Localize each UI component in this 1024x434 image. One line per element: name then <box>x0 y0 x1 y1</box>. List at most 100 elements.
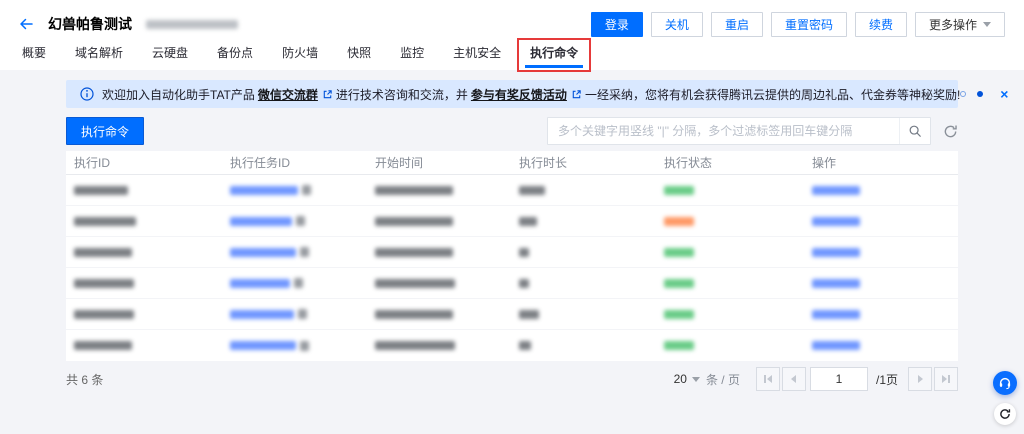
table-cell <box>511 247 656 257</box>
action-link-redacted[interactable] <box>812 309 860 319</box>
copy-icon-redacted[interactable] <box>300 340 309 351</box>
duration-redacted <box>519 278 529 288</box>
external-link-icon[interactable] <box>571 89 582 100</box>
shutdown-button[interactable]: 关机 <box>650 11 703 37</box>
action-link-redacted[interactable] <box>812 278 860 288</box>
action-link-redacted[interactable] <box>812 247 860 257</box>
total-pages-label: /1页 <box>875 372 898 387</box>
status-redacted <box>664 278 694 288</box>
table-header-row: 执行ID 执行任务ID 开始时间 执行时长 执行状态 操作 <box>66 151 958 175</box>
search-box <box>547 117 931 145</box>
first-page-button[interactable] <box>755 367 780 391</box>
instance-header-row: 幻兽帕鲁测试 登录 关机 重启 重置密码 续费 更多操作 <box>0 0 1024 44</box>
execution-id-redacted <box>74 247 132 257</box>
tab-snapshot[interactable]: 快照 <box>345 41 373 70</box>
refresh-table-icon[interactable] <box>943 124 958 139</box>
task-id-link-redacted[interactable] <box>230 185 298 195</box>
wechat-group-link[interactable]: 微信交流群 <box>258 86 318 103</box>
tab-monitor[interactable]: 监控 <box>398 41 426 70</box>
customer-service-button[interactable] <box>993 371 1017 395</box>
tab-execute-command[interactable]: 执行命令 <box>525 41 584 70</box>
back-button[interactable] <box>18 16 34 32</box>
task-id-link-redacted[interactable] <box>230 309 294 319</box>
task-id-link-redacted[interactable] <box>230 278 290 288</box>
feedback-activity-link[interactable]: 参与有奖反馈活动 <box>471 86 567 103</box>
table-cell <box>511 309 656 319</box>
table-toolbar: 执行命令 <box>66 117 958 145</box>
copy-icon-redacted[interactable] <box>294 278 303 288</box>
login-button[interactable]: 登录 <box>590 11 643 37</box>
tab-cloud-disk[interactable]: 云硬盘 <box>150 41 190 70</box>
tab-overview[interactable]: 概要 <box>20 41 48 70</box>
banner-close-icon[interactable]: × <box>1000 87 1008 101</box>
duration-redacted <box>519 247 529 257</box>
task-id-link-redacted[interactable] <box>230 216 292 226</box>
search-icon[interactable] <box>899 118 930 144</box>
table-cell <box>222 309 367 319</box>
external-link-icon[interactable] <box>322 89 333 100</box>
execution-id-redacted <box>74 216 136 226</box>
carousel-dot-1[interactable] <box>960 91 967 97</box>
table-cell <box>656 309 804 319</box>
tab-host-security[interactable]: 主机安全 <box>451 41 503 70</box>
status-redacted <box>664 216 694 226</box>
execution-id-redacted <box>74 341 132 350</box>
page-size-select[interactable]: 20 <box>674 372 700 386</box>
restart-button[interactable]: 重启 <box>710 11 763 37</box>
copy-icon-redacted[interactable] <box>296 216 305 226</box>
quick-reload-button[interactable] <box>994 403 1016 425</box>
table-cell <box>367 341 511 350</box>
table-cell <box>222 340 367 351</box>
table-cell <box>222 185 367 195</box>
table-cell <box>222 278 367 288</box>
tab-dns[interactable]: 域名解析 <box>73 41 125 70</box>
chevron-down-icon <box>983 21 991 27</box>
action-link-redacted[interactable] <box>812 341 860 350</box>
page-title: 幻兽帕鲁测试 <box>48 16 132 32</box>
toolbar-right <box>547 117 958 145</box>
banner-text: 一经采纳，您将有机会获得腾讯云提供的周边礼品、代金券等神秘奖励! <box>584 87 961 102</box>
search-input[interactable] <box>548 124 899 138</box>
action-link-redacted[interactable] <box>812 216 860 226</box>
task-id-link-redacted[interactable] <box>230 247 296 257</box>
reset-password-button[interactable]: 重置密码 <box>770 11 847 37</box>
action-link-redacted[interactable] <box>812 185 860 195</box>
column-header: 操作 <box>812 156 837 170</box>
table-cell <box>367 278 511 288</box>
start-time-redacted <box>375 216 453 226</box>
table-cell <box>66 278 222 288</box>
main-content: 欢迎加入自动化助手TAT产品 微信交流群 进行技术咨询和交流，并 参与有奖反馈活… <box>0 70 1024 396</box>
duration-redacted <box>519 309 539 319</box>
task-id-link-redacted[interactable] <box>230 341 296 350</box>
tab-firewall[interactable]: 防火墙 <box>280 41 320 70</box>
last-page-button[interactable] <box>934 367 958 391</box>
start-time-redacted <box>375 309 453 319</box>
prev-page-button[interactable] <box>781 367 806 391</box>
copy-icon-redacted[interactable] <box>298 309 307 319</box>
page-number-input[interactable]: 1 <box>809 367 868 391</box>
table-cell <box>66 216 222 226</box>
table-row <box>66 330 958 361</box>
table-cell <box>656 341 804 350</box>
renew-button[interactable]: 续费 <box>854 11 907 37</box>
table-cell <box>66 247 222 257</box>
table-footer: 共 6 条 20 条 / 页 1 /1页 <box>66 361 958 396</box>
table-cell <box>511 341 656 350</box>
tab-bar: 概要 域名解析 云硬盘 备份点 防火墙 快照 监控 主机安全 执行命令 <box>0 44 1024 70</box>
copy-icon-redacted[interactable] <box>300 247 309 257</box>
carousel-dot-2[interactable] <box>977 91 984 97</box>
execution-id-redacted <box>74 309 134 319</box>
status-redacted <box>664 247 694 257</box>
column-header: 执行状态 <box>664 156 713 170</box>
execute-command-button[interactable]: 执行命令 <box>66 117 145 145</box>
column-header: 执行任务ID <box>230 156 291 170</box>
tab-backup-point[interactable]: 备份点 <box>215 41 255 70</box>
more-actions-button[interactable]: 更多操作 <box>914 11 1005 37</box>
duration-redacted <box>519 341 531 350</box>
table-cell <box>804 278 958 288</box>
table-row <box>66 268 958 299</box>
copy-icon-redacted[interactable] <box>302 185 311 195</box>
table-cell <box>222 216 367 226</box>
table-row <box>66 175 958 206</box>
next-page-button[interactable] <box>908 367 932 391</box>
